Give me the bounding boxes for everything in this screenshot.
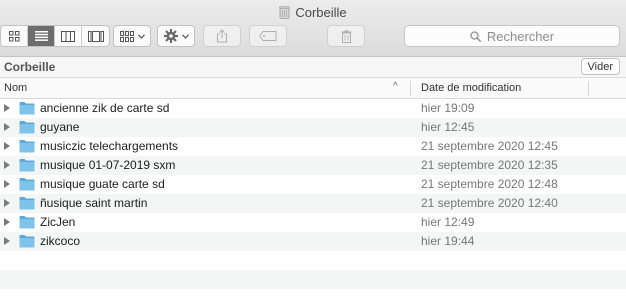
list-item[interactable]: zikcoco hier 19:44	[0, 232, 626, 251]
file-name: guyane	[40, 120, 80, 134]
gear-icon	[163, 29, 178, 43]
window-title: Corbeille	[295, 4, 347, 20]
list-item[interactable]: guyane hier 12:45	[0, 118, 626, 137]
list-item[interactable]: ancienne zik de carte sd hier 19:09	[0, 99, 626, 118]
file-list: ancienne zik de carte sd hier 19:09 guya…	[0, 99, 626, 289]
file-name: ancienne zik de carte sd	[40, 101, 170, 115]
file-date: hier 19:44	[421, 234, 475, 248]
gallery-icon	[87, 30, 104, 42]
view-mode-control	[0, 25, 110, 47]
folder-icon	[19, 177, 35, 194]
trash-icon	[279, 5, 291, 19]
sort-ascending-icon: ^	[393, 81, 398, 92]
folder-icon	[19, 120, 35, 137]
chevron-down-icon	[137, 33, 145, 39]
list-view-button[interactable]	[28, 26, 55, 46]
tags-button[interactable]	[249, 25, 287, 47]
file-name: musique guate carte sd	[40, 177, 165, 191]
chevron-down-icon	[181, 33, 189, 39]
date-column-header[interactable]: Date de modification	[421, 82, 521, 94]
disclosure-triangle-icon[interactable]	[4, 123, 10, 131]
trash-icon	[341, 29, 351, 43]
location-label: Corbeille	[4, 60, 56, 74]
list-icon	[34, 31, 48, 41]
search-field[interactable]: Rechercher	[404, 25, 620, 47]
folder-icon	[19, 139, 35, 156]
action-menu-button[interactable]	[157, 25, 195, 47]
share-icon	[217, 29, 227, 43]
folder-icon	[19, 196, 35, 213]
column-divider[interactable]	[410, 81, 411, 96]
icon-view-button[interactable]	[1, 26, 28, 46]
file-name: zikcoco	[40, 234, 81, 248]
list-item[interactable]: musiczic telechargements 21 septembre 20…	[0, 137, 626, 156]
file-name: musique 01-07-2019 sxm	[40, 158, 176, 172]
disclosure-triangle-icon[interactable]	[4, 180, 10, 188]
empty-row	[0, 270, 626, 289]
list-item[interactable]: ZicJen hier 12:49	[0, 213, 626, 232]
disclosure-triangle-icon[interactable]	[4, 161, 10, 169]
disclosure-triangle-icon[interactable]	[4, 142, 10, 150]
folder-icon	[19, 101, 35, 118]
file-date: hier 19:09	[421, 101, 475, 115]
disclosure-triangle-icon[interactable]	[4, 199, 10, 207]
columns-icon	[61, 30, 75, 42]
folder-icon	[19, 234, 35, 251]
file-date: 21 septembre 2020 12:35	[421, 158, 558, 172]
file-date: hier 12:45	[421, 120, 475, 134]
window-toolbar: Corbeille Rechercher	[0, 0, 626, 57]
share-button[interactable]	[203, 25, 241, 47]
search-placeholder: Rechercher	[486, 28, 555, 44]
list-item[interactable]: ñusique saint martin 21 septembre 2020 1…	[0, 194, 626, 213]
file-date: hier 12:49	[421, 215, 475, 229]
file-date: 21 septembre 2020 12:40	[421, 196, 558, 210]
column-header: Nom ^ Date de modification	[0, 78, 626, 99]
file-name: ZicJen	[40, 215, 76, 229]
window-title-bar: Corbeille	[0, 3, 626, 21]
file-date: 21 septembre 2020 12:48	[421, 177, 558, 191]
location-bar: Corbeille Vider	[0, 57, 626, 78]
group-icon	[119, 30, 134, 42]
file-date: 21 septembre 2020 12:45	[421, 139, 558, 153]
delete-button[interactable]	[327, 25, 365, 47]
empty-row	[0, 251, 626, 270]
file-name: musiczic telechargements	[40, 139, 179, 153]
list-item[interactable]: musique 01-07-2019 sxm 21 septembre 2020…	[0, 156, 626, 175]
gallery-view-button[interactable]	[82, 26, 109, 46]
column-view-button[interactable]	[55, 26, 82, 46]
tag-icon	[259, 31, 277, 41]
folder-icon	[19, 215, 35, 232]
disclosure-triangle-icon[interactable]	[4, 218, 10, 226]
search-icon	[470, 30, 481, 42]
empty-trash-button[interactable]: Vider	[580, 58, 620, 75]
group-by-button[interactable]	[113, 25, 151, 47]
disclosure-triangle-icon[interactable]	[4, 237, 10, 245]
column-divider[interactable]	[588, 81, 589, 96]
name-column-header[interactable]: Nom	[4, 82, 27, 94]
disclosure-triangle-icon[interactable]	[4, 104, 10, 112]
grid-icon	[8, 30, 19, 41]
folder-icon	[19, 158, 35, 175]
file-name: ñusique saint martin	[40, 196, 148, 210]
list-item[interactable]: musique guate carte sd 21 septembre 2020…	[0, 175, 626, 194]
